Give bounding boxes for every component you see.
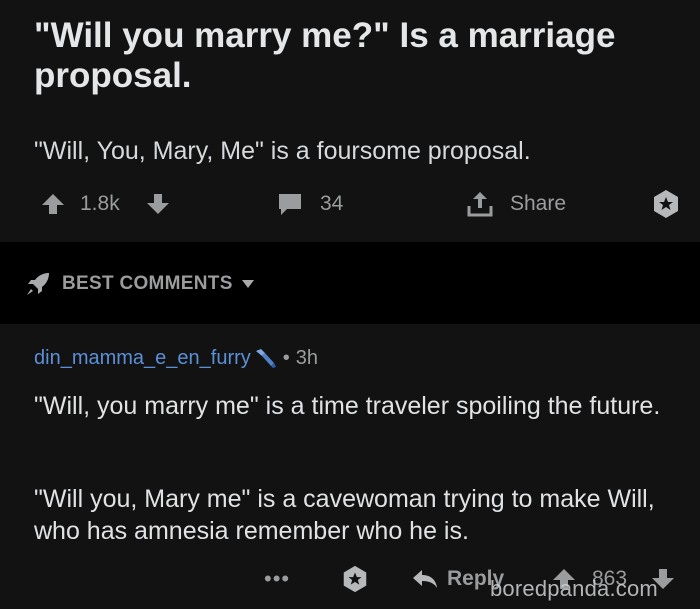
meta-separator: • [282,346,290,369]
chevron-down-icon [241,280,254,288]
post-body: "Will, You, Mary, Me" is a foursome prop… [34,137,531,165]
post-title[interactable]: "Will you marry me?" Is a marriage propo… [34,16,674,96]
tool-icon [255,349,276,368]
downvote-icon[interactable] [145,186,171,222]
post-action-bar: 1.8k 34 Share [0,186,700,222]
watermark: boredpanda.com [490,576,658,601]
comment-paragraph: "Will you, Mary me" is a cavewoman tryin… [34,485,655,545]
share-button[interactable]: Share [510,186,566,222]
sort-dropdown[interactable]: BEST COMMENTS [24,270,255,298]
comment-paragraph: "Will, you marry me" is a time traveler … [34,392,661,420]
comment-username[interactable]: din_mamma_e_en_furry [34,347,251,370]
save-icon[interactable] [340,563,370,595]
comment-age: 3h [295,346,319,369]
sort-label: BEST COMMENTS [62,273,233,294]
rocket-icon [27,273,49,295]
comments-count[interactable]: 34 [320,186,343,222]
share-icon[interactable] [465,186,495,222]
post-score: 1.8k [80,192,120,215]
reply-arrow-icon[interactable] [410,563,440,595]
upvote-icon[interactable] [40,186,66,222]
save-icon[interactable] [650,186,682,222]
comment-meta: din_mamma_e_en_furry • 3h [34,345,318,371]
comment-bubble-icon[interactable] [276,186,304,222]
more-options-icon[interactable]: ••• [264,563,290,595]
